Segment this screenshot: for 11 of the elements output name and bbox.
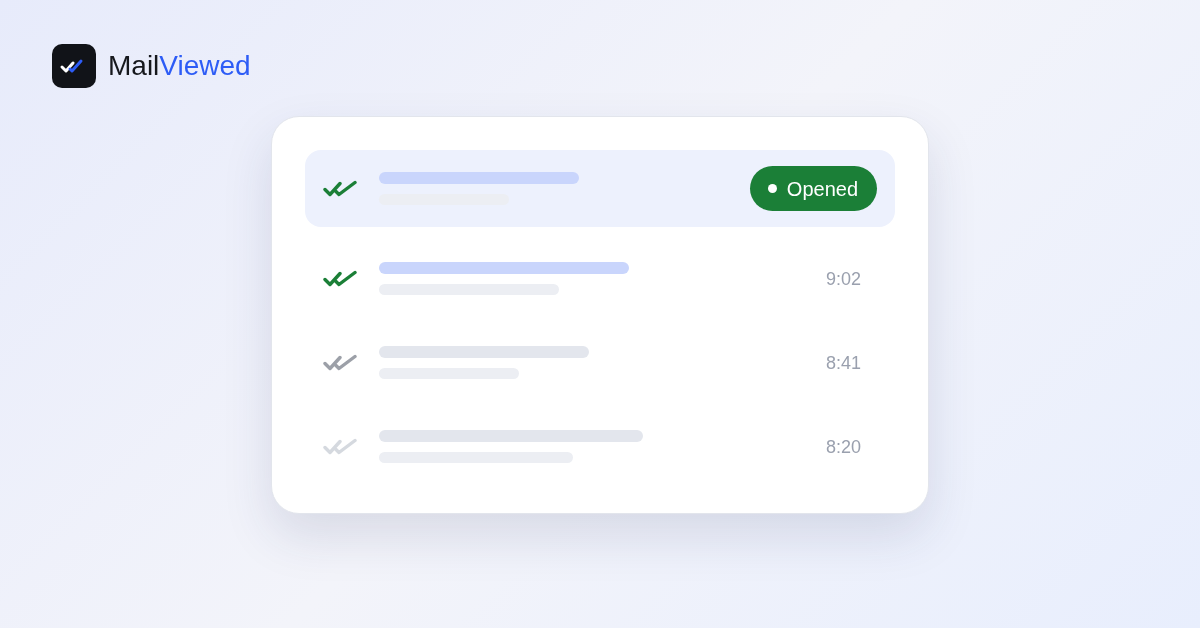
message-row[interactable]: Opened (305, 150, 895, 227)
time-label: 8:41 (825, 353, 861, 372)
time-label: 9:02 (825, 269, 861, 288)
message-row[interactable]: 8:20 (305, 408, 895, 485)
time-label: 8:20 (825, 437, 861, 456)
status-label: Opened (786, 178, 858, 199)
status-dot-icon (767, 184, 777, 193)
logo-icon (52, 44, 96, 88)
message-row[interactable]: 9:02 (305, 240, 895, 317)
message-row[interactable]: 8:41 (305, 324, 895, 401)
brand-name: MailViewed (108, 52, 251, 80)
